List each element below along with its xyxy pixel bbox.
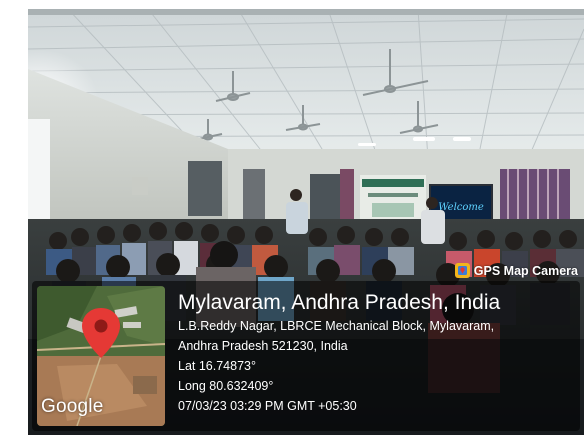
gps-badge-label: GPS Map Camera <box>473 263 578 278</box>
banner-strip-3 <box>372 203 414 217</box>
longitude: Long 80.632409° <box>178 379 274 393</box>
geotag-panel: Google Mylavaram, Andhra Pradesh, India … <box>32 281 580 431</box>
banner-strip-2 <box>368 193 418 197</box>
ceiling-beam <box>28 9 584 15</box>
location-title: Mylavaram, Andhra Pradesh, India <box>178 291 501 314</box>
door <box>243 169 265 224</box>
address-line-1: L.B.Reddy Nagar, LBRCE Mechanical Block,… <box>178 319 495 333</box>
latitude: Lat 16.74873° <box>178 359 256 373</box>
curtain-left <box>340 169 354 225</box>
gps-map-camera-badge: GPS Map Camera <box>454 262 578 279</box>
geotag-text: Mylavaram, Andhra Pradesh, India L.B.Red… <box>178 290 574 416</box>
gps-map-camera-icon <box>454 263 470 278</box>
left-window <box>28 119 50 229</box>
address-line-2: Andhra Pradesh 521230, India <box>178 339 348 353</box>
google-logo: Google <box>41 396 104 417</box>
map-thumbnail: Google <box>37 286 165 426</box>
banner-strip <box>362 179 424 187</box>
datetime: 07/03/23 03:29 PM GMT +05:30 <box>178 399 357 413</box>
curtain-right <box>500 169 570 225</box>
side-window <box>188 161 222 216</box>
wall-notice <box>132 177 148 195</box>
screen-welcome-text: Welcome <box>438 202 484 213</box>
photo-frame: Welcome GPS Map Camera Google Mylavaram,… <box>28 9 584 435</box>
